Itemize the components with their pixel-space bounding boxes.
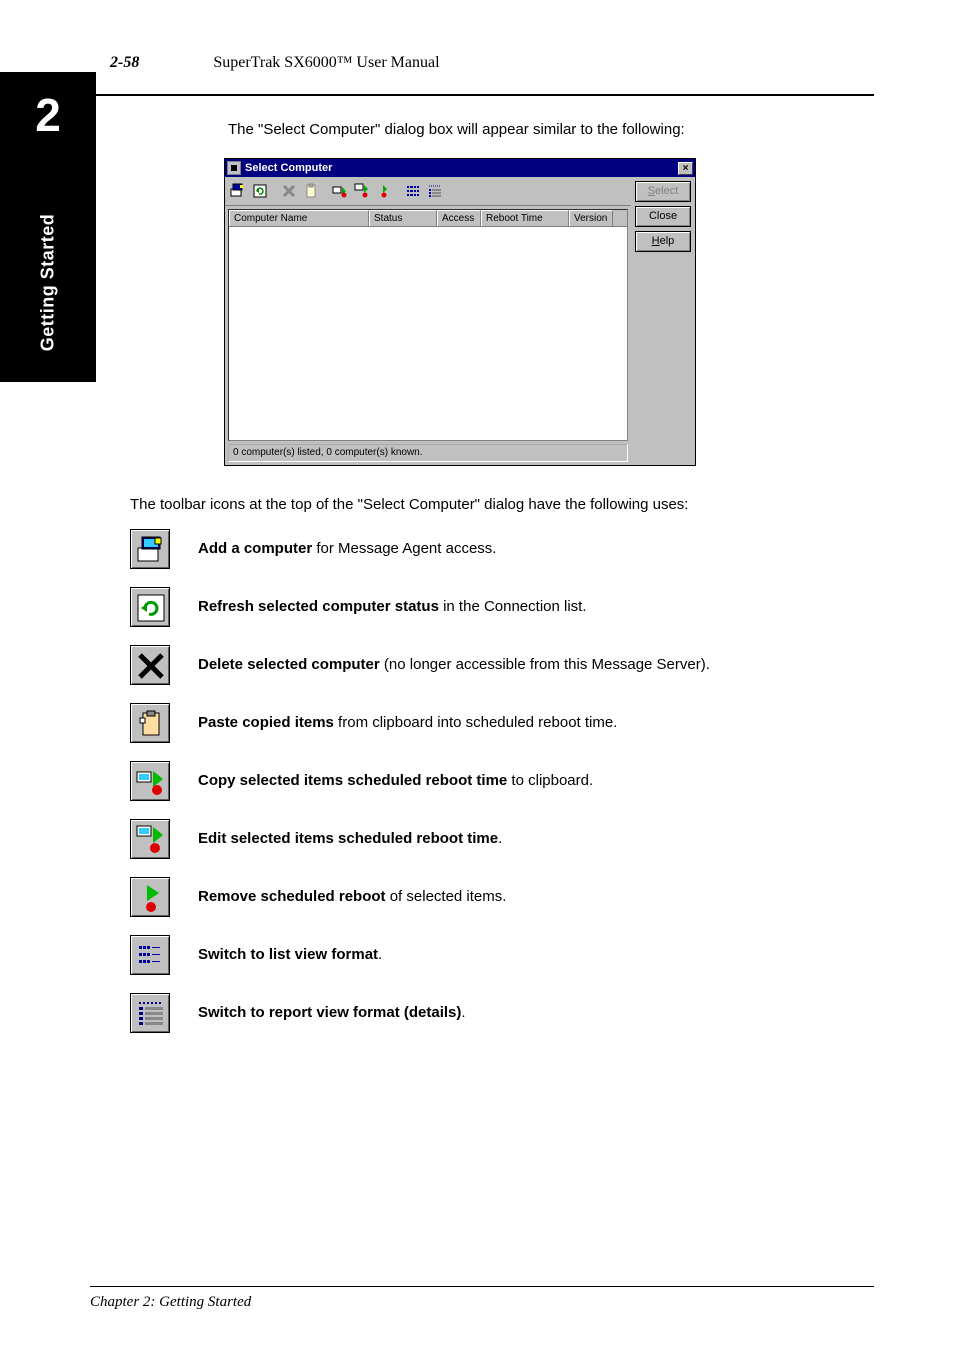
col-computer-name[interactable]: Computer Name	[229, 210, 369, 226]
list-item: Add a computer for Message Agent access.	[130, 529, 874, 569]
refresh-icon[interactable]	[250, 181, 270, 201]
select-button: Select	[635, 181, 691, 202]
copy-reboot-icon	[130, 761, 170, 801]
list-view-icon[interactable]	[403, 181, 423, 201]
icons-intro: The toolbar icons at the top of the "Sel…	[130, 496, 874, 513]
footer-rule	[90, 1286, 874, 1287]
icon-label: Refresh selected computer status	[198, 598, 439, 615]
select-computer-dialog: Select Computer ×	[224, 158, 696, 466]
footer-text: Chapter 2: Getting Started	[90, 1294, 251, 1311]
chapter-tab: 2 Getting Started	[0, 72, 96, 382]
intro-text: The "Select Computer" dialog box will ap…	[228, 120, 874, 140]
list-item: Paste copied items from clipboard into s…	[130, 703, 874, 743]
list-item: Delete selected computer (no longer acce…	[130, 645, 874, 685]
help-button[interactable]: Help	[635, 231, 691, 252]
list-item: Copy selected items scheduled reboot tim…	[130, 761, 874, 801]
col-version[interactable]: Version	[569, 210, 613, 226]
dialog-title: Select Computer	[245, 162, 332, 174]
system-menu-icon[interactable]	[227, 161, 241, 175]
col-status[interactable]: Status	[369, 210, 437, 226]
icon-label: Add a computer	[198, 540, 312, 557]
list-view-icon	[130, 935, 170, 975]
dialog-toolbar	[225, 177, 631, 206]
add-computer-icon	[130, 529, 170, 569]
copy-reboot-icon[interactable]	[330, 181, 350, 201]
list-item: Switch to list view format.	[130, 935, 874, 975]
delete-icon[interactable]	[279, 181, 299, 201]
icon-list: Add a computer for Message Agent access.…	[130, 529, 874, 1033]
chapter-number: 2	[0, 88, 96, 142]
col-reboot-time[interactable]: Reboot Time	[481, 210, 569, 226]
list-item: Switch to report view format (details).	[130, 993, 874, 1033]
icon-label: Copy selected items scheduled reboot tim…	[198, 772, 507, 789]
edit-reboot-icon[interactable]	[352, 181, 372, 201]
remove-reboot-icon[interactable]	[374, 181, 394, 201]
paste-icon	[130, 703, 170, 743]
page-header: 2-58 SuperTrak SX6000™ User Manual	[110, 54, 440, 72]
close-icon[interactable]: ×	[678, 162, 693, 175]
details-view-icon	[130, 993, 170, 1033]
list-rows	[229, 227, 627, 441]
header-rule	[96, 94, 874, 96]
col-access[interactable]: Access	[437, 210, 481, 226]
computer-list[interactable]: Computer Name Status Access Reboot Time …	[228, 209, 628, 441]
edit-reboot-icon	[130, 819, 170, 859]
status-bar: 0 computer(s) listed, 0 computer(s) know…	[228, 444, 628, 462]
icon-label: Switch to list view format	[198, 946, 378, 963]
list-item: Remove scheduled reboot of selected item…	[130, 877, 874, 917]
icon-label: Edit selected items scheduled reboot tim…	[198, 830, 498, 847]
icon-label: Remove scheduled reboot	[198, 888, 386, 905]
remove-reboot-icon	[130, 877, 170, 917]
page-number: 2-58	[110, 54, 139, 71]
list-item: Refresh selected computer status in the …	[130, 587, 874, 627]
refresh-icon	[130, 587, 170, 627]
icon-label: Delete selected computer	[198, 656, 380, 673]
delete-icon	[130, 645, 170, 685]
chapter-label: Getting Started	[38, 214, 59, 352]
icon-label: Paste copied items	[198, 714, 334, 731]
icon-label: Switch to report view format (details)	[198, 1004, 461, 1021]
list-item: Edit selected items scheduled reboot tim…	[130, 819, 874, 859]
details-view-icon[interactable]	[425, 181, 445, 201]
list-header: Computer Name Status Access Reboot Time …	[229, 210, 627, 227]
paste-icon[interactable]	[301, 181, 321, 201]
book-title: SuperTrak SX6000™ User Manual	[213, 54, 439, 71]
close-button[interactable]: Close	[635, 206, 691, 227]
add-computer-icon[interactable]	[228, 181, 248, 201]
dialog-titlebar: Select Computer ×	[225, 159, 695, 177]
